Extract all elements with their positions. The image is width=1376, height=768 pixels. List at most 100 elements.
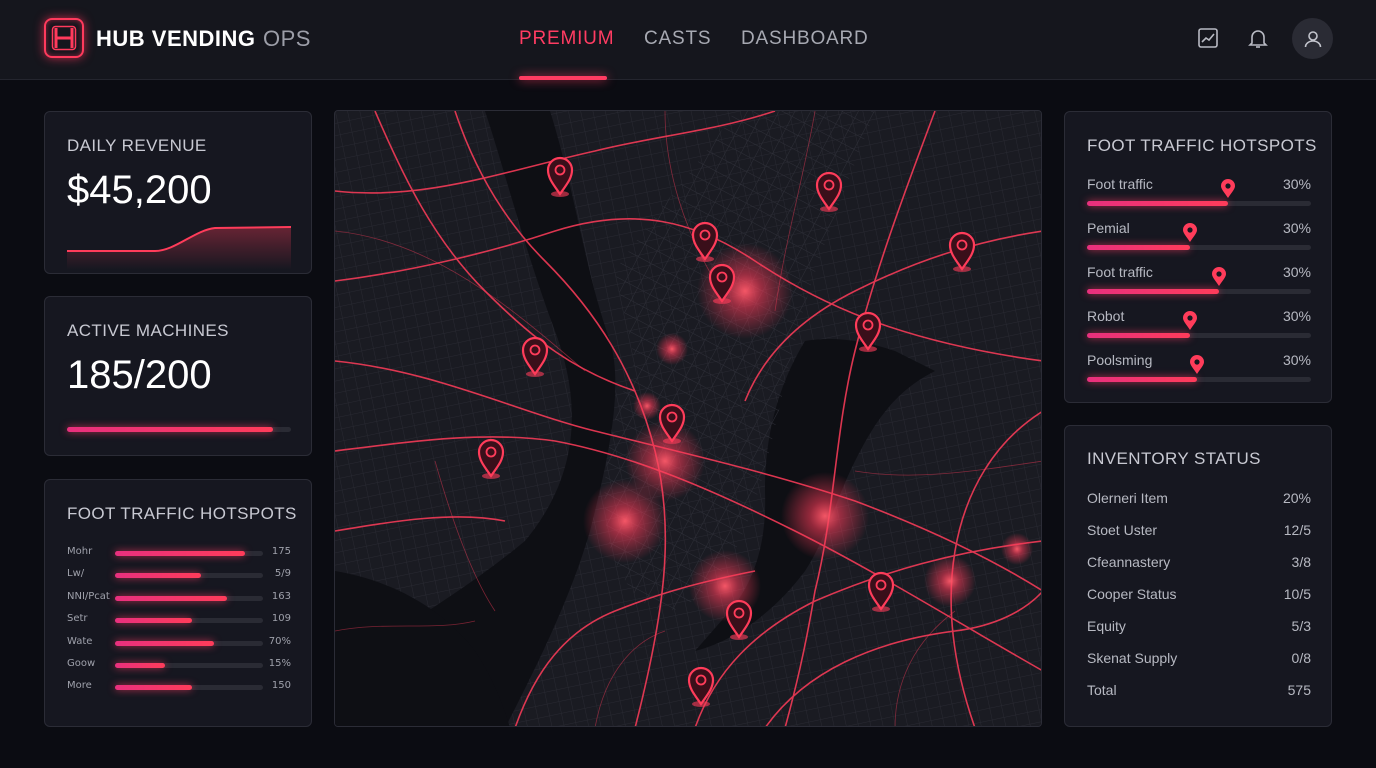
inventory-label: Stoet Uster xyxy=(1087,522,1158,538)
traffic-slider[interactable] xyxy=(1087,333,1311,338)
bell-icon[interactable] xyxy=(1246,26,1270,50)
hotspot-label: Mohr xyxy=(67,546,93,557)
inventory-label: Cfeannastery xyxy=(1087,554,1171,570)
traffic-slider-fill xyxy=(1087,245,1191,250)
hotspot-row: Lw/5/9 xyxy=(67,568,291,582)
inventory-value: 5/3 xyxy=(1291,618,1311,634)
logo-icon[interactable] xyxy=(44,18,84,58)
machines-progress-fill xyxy=(67,427,274,432)
traffic-slider-fill xyxy=(1087,377,1197,382)
traffic-row: Foot traffic 30% xyxy=(1087,264,1311,294)
inventory-label: Skenat Supply xyxy=(1087,650,1178,666)
traffic-label: Pemial xyxy=(1087,220,1130,236)
revenue-card: DAILY REVENUE $45,200 xyxy=(44,111,312,274)
traffic-slider[interactable] xyxy=(1087,289,1311,294)
hotspots-right-title: FOOT TRAFFIC HOTSPOTS xyxy=(1087,136,1317,155)
app-title: HUB VENDING OPS xyxy=(96,26,311,52)
traffic-label: Foot traffic xyxy=(1087,264,1153,280)
traffic-heat-spot xyxy=(583,479,667,563)
hotspot-value: 150 xyxy=(271,680,291,692)
traffic-percent: 30% xyxy=(1282,176,1311,192)
map-pin-icon[interactable] xyxy=(1182,223,1198,243)
traffic-heat-spot xyxy=(781,472,869,560)
traffic-label: Robot xyxy=(1087,308,1125,324)
machines-value: 185/200 xyxy=(67,353,212,397)
hotspots-left-card: FOOT TRAFFIC HOTSPOTS Mohr 175 Lw/5/9 NNI/P… xyxy=(44,479,312,727)
traffic-slider[interactable] xyxy=(1087,201,1311,206)
machines-progress xyxy=(67,427,291,432)
hotspot-row: Mohr 175 xyxy=(67,546,291,560)
inventory-value: 12/5 xyxy=(1283,522,1311,538)
map-pin-icon[interactable] xyxy=(1211,267,1227,287)
inventory-value: 10/5 xyxy=(1283,586,1311,602)
hotspot-bar-fill xyxy=(115,595,228,601)
traffic-slider-fill xyxy=(1087,333,1191,338)
hotspot-bar xyxy=(115,595,263,601)
hotspot-value: 175 xyxy=(271,546,291,557)
traffic-heat-spot xyxy=(633,392,661,420)
traffic-heat-spot xyxy=(656,333,688,365)
city-map[interactable] xyxy=(334,110,1042,727)
inventory-title: INVENTORY STATUS xyxy=(1087,449,1261,468)
nav-dashboard[interactable]: DASHBOARD xyxy=(741,28,869,50)
inventory-card: INVENTORY STATUS Olerneri Item 20% Stoet U… xyxy=(1064,425,1332,727)
hotspot-bar-fill xyxy=(115,551,246,556)
hotspot-label: Setr xyxy=(67,613,88,625)
inventory-label: Olerneri Item xyxy=(1087,490,1168,506)
hotspot-label: Lw/ xyxy=(67,568,85,580)
traffic-heat-spot xyxy=(924,555,976,607)
hotspot-label: More xyxy=(67,680,92,692)
map-pin-icon[interactable] xyxy=(1189,355,1205,375)
app-title-strong: HUB VENDING xyxy=(96,26,256,51)
nav-active-indicator xyxy=(519,76,607,80)
machines-card: ACTIVE MACHINES 185/200 xyxy=(44,296,312,456)
traffic-heat-spot xyxy=(1001,533,1033,565)
user-avatar[interactable] xyxy=(1292,18,1333,59)
traffic-percent: 30% xyxy=(1282,220,1311,236)
inventory-row: Cooper Status 10/5 xyxy=(1087,586,1311,606)
inventory-label: Cooper Status xyxy=(1087,586,1177,602)
traffic-row: Pemial 30% xyxy=(1087,220,1311,250)
hotspots-right-card: FOOT TRAFFIC HOTSPOTS Foot traffic 30% Pem… xyxy=(1064,111,1332,403)
hotspot-value: 109 xyxy=(271,613,291,625)
nav-casts[interactable]: CASTS xyxy=(644,28,711,50)
hotspot-bar-fill xyxy=(115,640,215,646)
hotspot-bar-fill xyxy=(115,618,192,624)
hotspot-row: NNI/Pcat 163 xyxy=(67,591,291,605)
hotspot-bar-fill xyxy=(115,573,201,579)
chart-icon[interactable] xyxy=(1196,26,1220,50)
traffic-row: Foot traffic 30% xyxy=(1087,176,1311,206)
inventory-value: 20% xyxy=(1282,490,1311,506)
map-pin-icon[interactable] xyxy=(1220,179,1236,199)
map-pin-icon[interactable] xyxy=(1182,311,1198,331)
revenue-title: DAILY REVENUE xyxy=(67,136,207,155)
traffic-percent: 30% xyxy=(1282,352,1311,368)
top-header: HUB VENDING OPS PREMIUM CASTS DASHBOARD xyxy=(0,0,1376,80)
hotspot-row: Setr 109 xyxy=(67,613,291,627)
machines-title: ACTIVE MACHINES xyxy=(67,321,229,340)
inventory-row: Stoet Uster 12/5 xyxy=(1087,522,1311,542)
hotspot-bar xyxy=(115,573,263,579)
hotspots-left-title: FOOT TRAFFIC HOTSPOTS xyxy=(67,504,297,523)
inventory-value: 575 xyxy=(1287,682,1311,698)
hotspot-value: 5/9 xyxy=(274,568,291,580)
hotspot-row: Wate 70% xyxy=(67,636,291,650)
hotspot-bar xyxy=(115,551,263,556)
traffic-slider[interactable] xyxy=(1087,245,1311,250)
inventory-label: Equity xyxy=(1087,618,1126,634)
hotspot-value: 15% xyxy=(268,658,291,669)
inventory-label: Total xyxy=(1087,682,1117,698)
nav-premium[interactable]: PREMIUM xyxy=(519,28,614,50)
hotspot-value: 70% xyxy=(268,635,291,647)
inventory-value: 3/8 xyxy=(1291,554,1311,570)
traffic-row: Poolsming 30% xyxy=(1087,352,1311,382)
hotspot-label: NNI/Pcat xyxy=(67,590,110,602)
hotspot-row: More 150 xyxy=(67,680,291,694)
traffic-slider-fill xyxy=(1087,289,1220,294)
traffic-slider-fill xyxy=(1087,201,1229,206)
traffic-label: Foot traffic xyxy=(1087,176,1153,192)
inventory-value: 0/8 xyxy=(1291,650,1311,666)
traffic-slider[interactable] xyxy=(1087,377,1311,382)
revenue-value: $45,200 xyxy=(67,168,212,212)
inventory-row: Equity 5/3 xyxy=(1087,618,1311,638)
